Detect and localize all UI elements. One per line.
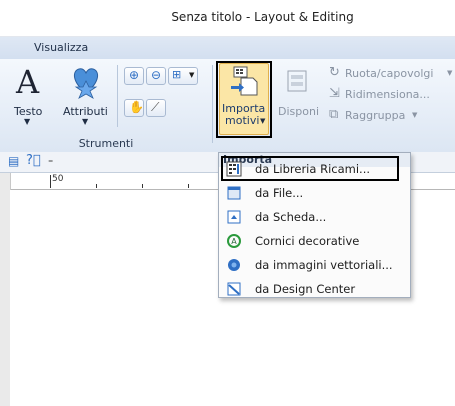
zoom-out-icon: ⊖ [151,68,162,82]
importa-highlight-frame [216,61,272,138]
disponi-label: Disponi [278,105,319,118]
layout-icon[interactable]: ▤ [8,154,19,168]
title-bar: Senza titolo - Layout & Editing [0,0,455,37]
ruota-capovolgi-button[interactable]: ↻ Ruota/capovolgi ▼ [325,65,455,83]
chevron-down-icon: ▼ [447,69,453,77]
customize-icon[interactable]: ₌ [48,155,53,166]
menu-item-label: da immagini vettoriali... [255,258,393,272]
card-icon [227,210,241,224]
menu-item-cornici-decorative[interactable]: A Cornici decorative [223,230,406,252]
measure-button[interactable]: ⟋ [146,99,166,117]
file-icon [227,186,241,200]
design-center-icon [227,282,241,296]
arrange-icon [287,70,307,92]
rotate-icon: ↻ [329,65,340,80]
menu-item-label: Cornici decorative [255,234,360,248]
hand-icon: ✋ [129,100,144,114]
ruota-label: Ruota/capovolgi [345,67,434,80]
libreria-highlight-frame [221,156,399,181]
zoom-in-icon: ⊕ [129,68,140,82]
text-a-icon: A [16,63,40,101]
menu-item-label: da File... [255,186,304,200]
zoom-in-button[interactable]: ⊕ [124,67,144,85]
chevron-down-icon: ▼ [412,111,418,119]
resize-icon: ⇲ [329,86,340,101]
help-icon[interactable]: ?⃝ [26,153,41,168]
frame-icon: A [227,234,241,248]
zoom-fit-button[interactable]: ⊞ ▼ [168,67,198,85]
tab-visualizza[interactable]: Visualizza [34,41,88,54]
vector-icon [228,259,240,271]
ruler-tick [142,184,143,188]
disponi-button[interactable]: Disponi [276,63,320,131]
ridimensiona-button[interactable]: ⇲ Ridimensiona... [325,86,455,104]
window-title: Senza titolo - Layout & Editing [171,10,354,24]
menu-item-label: da Scheda... [255,210,327,224]
strumenti-group-label: Strumenti [78,137,134,150]
ruler-tick [188,184,189,188]
menu-item-design-center[interactable]: da Design Center [223,278,406,300]
raggruppa-button[interactable]: ⧉ Raggruppa ▼ [325,107,455,125]
ribbon-tab-strip: Visualizza [0,37,455,59]
raggruppa-label: Raggruppa [345,109,406,122]
ruler-tick [96,184,97,188]
chevron-down-icon: ▼ [82,117,89,126]
zoom-out-button[interactable]: ⊖ [146,67,166,85]
menu-item-da-scheda[interactable]: da Scheda... [223,206,406,228]
menu-item-label: da Design Center [255,282,356,296]
zoom-fit-icon: ⊞ [172,68,182,81]
ridimensiona-label: Ridimensiona... [345,88,430,101]
testo-button[interactable]: A Testo ▼ [6,63,50,131]
menu-item-immagini-vettoriali[interactable]: da immagini vettoriali... [223,254,406,276]
pan-button[interactable]: ✋ [124,99,144,117]
separator [117,65,118,127]
heart-star-icon [73,68,99,99]
chevron-down-icon: ▼ [24,117,31,126]
ruler-label-50: 50 [52,174,64,184]
menu-item-da-file[interactable]: da File... [223,182,406,204]
ruler-tick [50,175,51,188]
svg-text:A: A [231,237,237,246]
attributi-button[interactable]: Attributi ▼ [58,63,114,131]
chevron-down-icon: ▼ [189,71,195,79]
separator [212,65,213,143]
ruler-icon: ⟋ [151,100,160,114]
group-icon: ⧉ [329,107,339,122]
